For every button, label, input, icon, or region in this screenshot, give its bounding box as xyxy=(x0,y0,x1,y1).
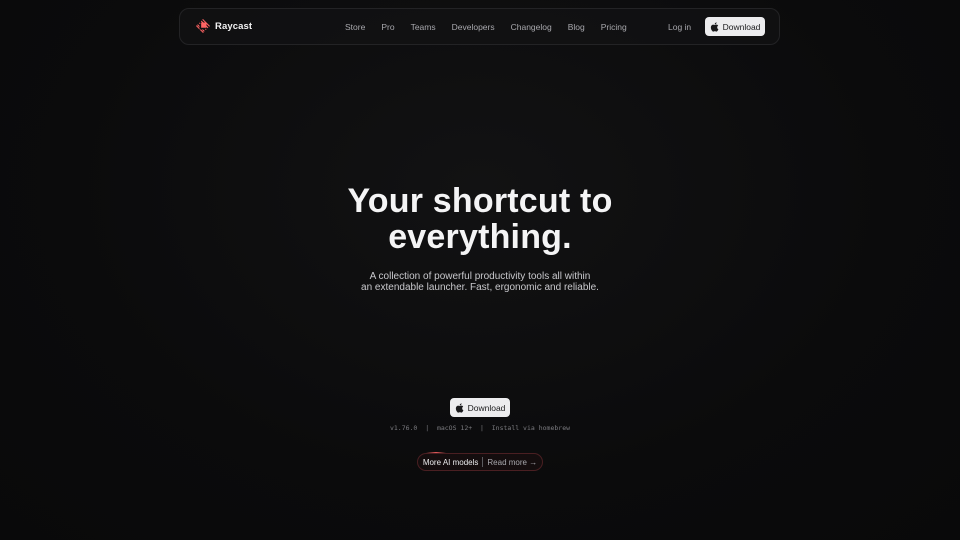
nav-link-changelog[interactable]: Changelog xyxy=(511,22,552,32)
brand-home-link[interactable]: Raycast xyxy=(196,19,252,33)
nav-link-blog[interactable]: Blog xyxy=(568,22,585,32)
hero-title: Your shortcut to everything. xyxy=(0,183,960,255)
page: Raycast Store Pro Teams Developers Chang… xyxy=(0,0,960,540)
nav-download-button[interactable]: Download xyxy=(705,17,765,36)
login-link[interactable]: Log in xyxy=(668,22,691,32)
nav-link-developers[interactable]: Developers xyxy=(452,22,495,32)
hero-download-label: Download xyxy=(467,402,506,413)
nav-link-pricing[interactable]: Pricing xyxy=(601,22,627,32)
raycast-logo-icon xyxy=(196,19,210,33)
nav-link-pro[interactable]: Pro xyxy=(381,22,394,32)
hero-subtitle: A collection of powerful productivity to… xyxy=(0,271,960,293)
homebrew-link[interactable]: Install via homebrew xyxy=(492,424,570,432)
hero-subtitle-line-1: A collection of powerful productivity to… xyxy=(369,271,591,282)
top-navbar: Raycast Store Pro Teams Developers Chang… xyxy=(179,8,780,45)
hero-subtitle-line-2: an extendable launcher. Fast, ergonomic … xyxy=(361,282,599,293)
brand-name: Raycast xyxy=(215,20,253,32)
hero-title-line-2: everything. xyxy=(388,218,572,256)
apple-icon xyxy=(710,21,719,32)
nav-link-teams[interactable]: Teams xyxy=(411,22,436,32)
separator: | xyxy=(425,424,430,432)
announcement-divider xyxy=(482,457,484,467)
nav-links: Store Pro Teams Developers Changelog Blo… xyxy=(345,22,643,32)
version-text: v1.76.0 xyxy=(389,424,418,432)
nav-link-store[interactable]: Store xyxy=(345,22,365,32)
os-requirement: macOS 12+ xyxy=(436,424,473,432)
read-more-link[interactable]: Read more → xyxy=(487,458,537,467)
apple-icon xyxy=(455,402,464,413)
hero-title-line-1: Your shortcut to xyxy=(347,182,613,220)
announcement-pill[interactable]: More AI models Read more → xyxy=(417,453,543,471)
nav-download-label: Download xyxy=(722,21,761,32)
version-info: v1.76.0 | macOS 12+ | Install via homebr… xyxy=(0,424,960,432)
hero-download-button[interactable]: Download xyxy=(450,398,510,417)
separator: | xyxy=(480,424,484,432)
announcement-label: More AI models xyxy=(422,457,479,467)
